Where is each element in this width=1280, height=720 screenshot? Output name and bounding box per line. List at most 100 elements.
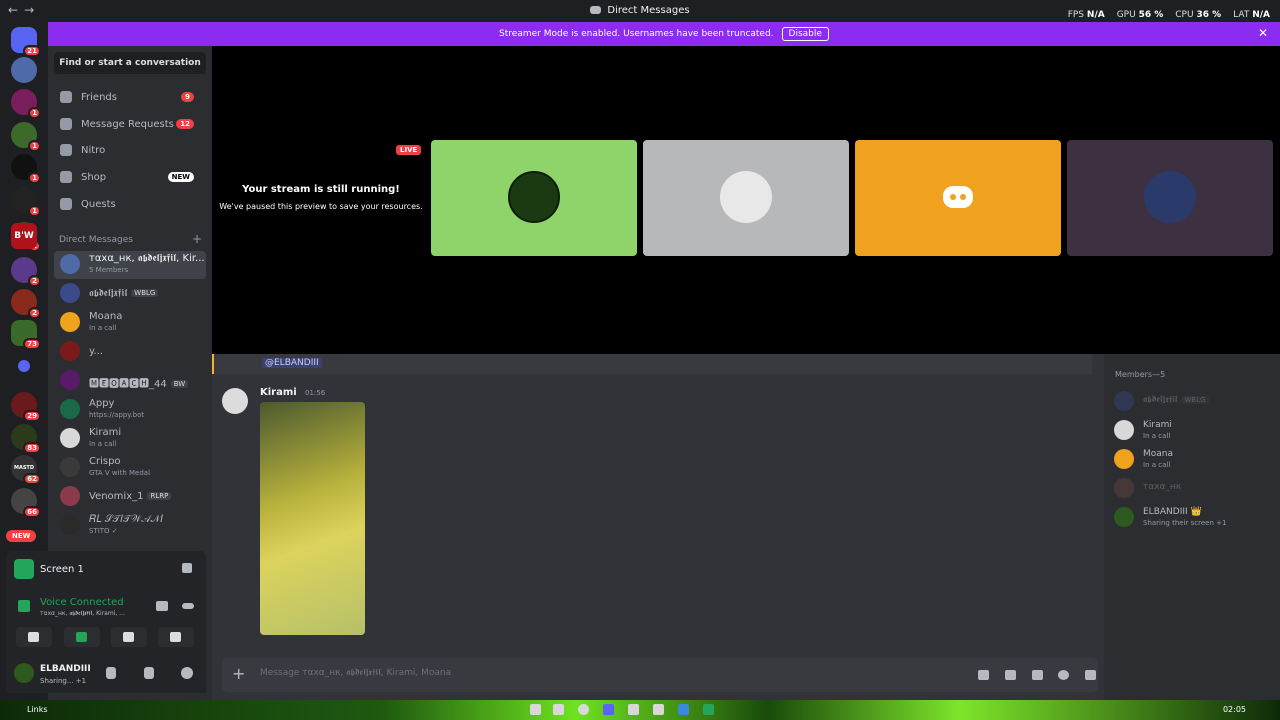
server-icon[interactable]: 83 xyxy=(11,424,41,454)
calendar-icon[interactable] xyxy=(553,704,564,715)
mention-highlight: @ELBANDIII xyxy=(212,354,1092,374)
avatar xyxy=(1114,478,1134,498)
server-icon-mastd[interactable]: MASTD 62 xyxy=(11,455,41,485)
disable-button[interactable]: Disable xyxy=(781,27,829,41)
nav-quests[interactable]: Quests xyxy=(56,193,204,215)
avatar xyxy=(60,399,80,419)
dm-item[interactable]: y... xyxy=(54,338,206,366)
perf-overlay: FPS N/A GPU 56 % CPU 36 % LAT N/A xyxy=(1068,10,1270,20)
member-list: Members—5 𝖆𝖇𝖉𝖊𝖑𝖏𝖝𝖋𝖎𝖑 WBLG Kirami In a call… xyxy=(1104,354,1280,700)
file-explorer-icon[interactable] xyxy=(530,704,541,715)
server-icon[interactable]: 1 xyxy=(11,154,41,184)
dm-item[interactable]: Appy https://appy.bot xyxy=(54,396,206,424)
dm-item[interactable]: 𝑅𝐿 𝒮𝒯𝐼𝒯𝒲𝒜𝒩𝐼 STITO ✓ xyxy=(54,512,206,540)
voice-channel[interactable]: тαxα_нк, 𝖆𝖇𝖉𝖊𝖑𝖏𝖝𝖋𝖎𝖑, Kirami, ... xyxy=(40,610,125,618)
server-icon[interactable]: 2 xyxy=(11,257,41,287)
app-icon[interactable] xyxy=(628,704,639,715)
message-timestamp: 01:56 xyxy=(305,389,326,397)
nav-nitro[interactable]: Nitro xyxy=(56,139,204,161)
folder-icon[interactable] xyxy=(18,360,30,372)
disconnect-icon[interactable] xyxy=(182,603,194,609)
app-icon[interactable] xyxy=(678,704,689,715)
member-item[interactable]: тαxα_нк xyxy=(1114,475,1274,501)
dm-item[interactable]: 𝖆𝖇𝖉𝖊𝖑𝖏𝖝𝖋𝖎𝖑 WBLG xyxy=(54,280,206,308)
stream-stage: LIVE Your stream is still running! We've… xyxy=(212,46,1280,354)
emoji-icon[interactable] xyxy=(1058,670,1069,680)
server-icon[interactable]: 29 xyxy=(11,392,41,422)
server-icon[interactable]: 2 xyxy=(11,289,41,319)
gift-icon[interactable] xyxy=(978,670,989,680)
discord-icon[interactable] xyxy=(603,704,614,715)
clan-tag: WBLG xyxy=(131,289,159,297)
sticker-icon[interactable] xyxy=(1032,670,1043,680)
friends-badge: 9 xyxy=(181,92,194,102)
new-tag: NEW xyxy=(167,172,194,182)
main-content: LIVE Your stream is still running! We've… xyxy=(212,46,1280,700)
participant-tile[interactable] xyxy=(1067,140,1273,256)
unread-badge: 83 xyxy=(23,442,41,454)
discord-icon xyxy=(590,6,602,14)
dm-item[interactable]: Kirami In a call xyxy=(54,425,206,453)
server-icon[interactable] xyxy=(11,57,37,83)
nav-friends[interactable]: Friends 9 xyxy=(56,86,204,108)
server-icon[interactable]: 1 xyxy=(11,187,41,217)
settings-gear-icon[interactable] xyxy=(181,667,193,679)
noise-suppression-icon[interactable] xyxy=(156,601,168,611)
app-icon[interactable] xyxy=(653,704,664,715)
member-item[interactable]: Moana In a call xyxy=(1114,446,1274,472)
server-icon[interactable]: 73 xyxy=(11,320,41,350)
server-icon-bw[interactable]: B'W xyxy=(11,223,37,249)
close-icon[interactable]: ✕ xyxy=(1258,26,1268,40)
server-icon[interactable]: 66 xyxy=(11,488,41,518)
message-author[interactable]: Kirami xyxy=(260,387,297,398)
headphones-icon[interactable] xyxy=(144,667,154,679)
find-conversation-button[interactable]: Find or start a conversation xyxy=(54,52,206,74)
chrome-icon[interactable] xyxy=(578,704,589,715)
member-item[interactable]: Kirami In a call xyxy=(1114,417,1274,443)
system-clock[interactable]: 02:05 xyxy=(1223,705,1246,714)
message-input[interactable]: Message тαxα_нк, 𝖆𝖇𝖉𝖊𝖑𝖏𝖝𝖋𝖎𝖑, Kirami, Moa… xyxy=(260,668,451,678)
discord-logo-icon xyxy=(932,171,984,223)
dm-item[interactable]: тαxα_нк, 𝖆𝖇𝖉𝖊𝖑𝖏𝖝𝖋𝖎𝖑, Kir... 5 Members xyxy=(54,251,206,279)
camera-button[interactable] xyxy=(16,627,52,647)
dm-item[interactable]: Moana In a call xyxy=(54,309,206,337)
gif-icon[interactable] xyxy=(1005,670,1016,680)
avatar xyxy=(1144,171,1196,223)
apps-icon[interactable] xyxy=(1085,670,1096,680)
dm-item[interactable]: Crispo GTA V with Medal xyxy=(54,454,206,482)
server-icon[interactable]: 1 xyxy=(11,89,41,119)
dm-item[interactable]: Venomix_1 RLRP xyxy=(54,483,206,511)
avatar[interactable] xyxy=(222,388,248,414)
share-screen-button[interactable] xyxy=(64,627,100,647)
add-attachment-plus-icon[interactable]: + xyxy=(232,664,245,683)
member-item[interactable]: 𝖆𝖇𝖉𝖊𝖑𝖏𝖝𝖋𝖎𝖑 WBLG xyxy=(1114,388,1274,414)
stop-stream-icon[interactable] xyxy=(182,563,192,573)
server-icon[interactable]: 1 xyxy=(11,122,41,152)
avatar xyxy=(60,428,80,448)
signal-icon[interactable] xyxy=(18,600,30,612)
username[interactable]: ELBANDIII xyxy=(40,664,91,674)
dm-item[interactable]: 🅼🅴🅾🅰🅲🅷_44 BW xyxy=(54,367,206,395)
soundboard-button[interactable] xyxy=(158,627,194,647)
avatar[interactable] xyxy=(14,663,34,683)
mail-icon xyxy=(60,118,72,130)
avatar xyxy=(1114,391,1134,411)
participant-tile[interactable] xyxy=(431,140,637,256)
participant-tile[interactable] xyxy=(855,140,1061,256)
microphone-icon[interactable] xyxy=(106,667,116,679)
activities-button[interactable] xyxy=(111,627,147,647)
create-dm-plus-icon[interactable]: + xyxy=(192,232,202,246)
image-attachment[interactable] xyxy=(260,402,365,635)
mention[interactable]: @ELBANDIII xyxy=(262,358,322,368)
nav-message-requests[interactable]: Message Requests 12 xyxy=(56,113,204,135)
app-icon[interactable] xyxy=(703,704,714,715)
voice-status[interactable]: Voice Connected xyxy=(40,597,124,608)
unread-badge: 1 xyxy=(28,205,41,217)
new-servers-badge[interactable]: NEW xyxy=(6,530,37,542)
links-toolbar[interactable]: Links xyxy=(27,705,48,714)
nav-shop[interactable]: Shop NEW xyxy=(56,166,204,188)
home-discord-icon[interactable]: 21 xyxy=(11,27,41,57)
gpu-stat: GPU 56 % xyxy=(1116,10,1164,20)
member-item[interactable]: ELBANDIII 👑 Sharing their screen +1 xyxy=(1114,504,1274,530)
participant-tile[interactable] xyxy=(643,140,849,256)
